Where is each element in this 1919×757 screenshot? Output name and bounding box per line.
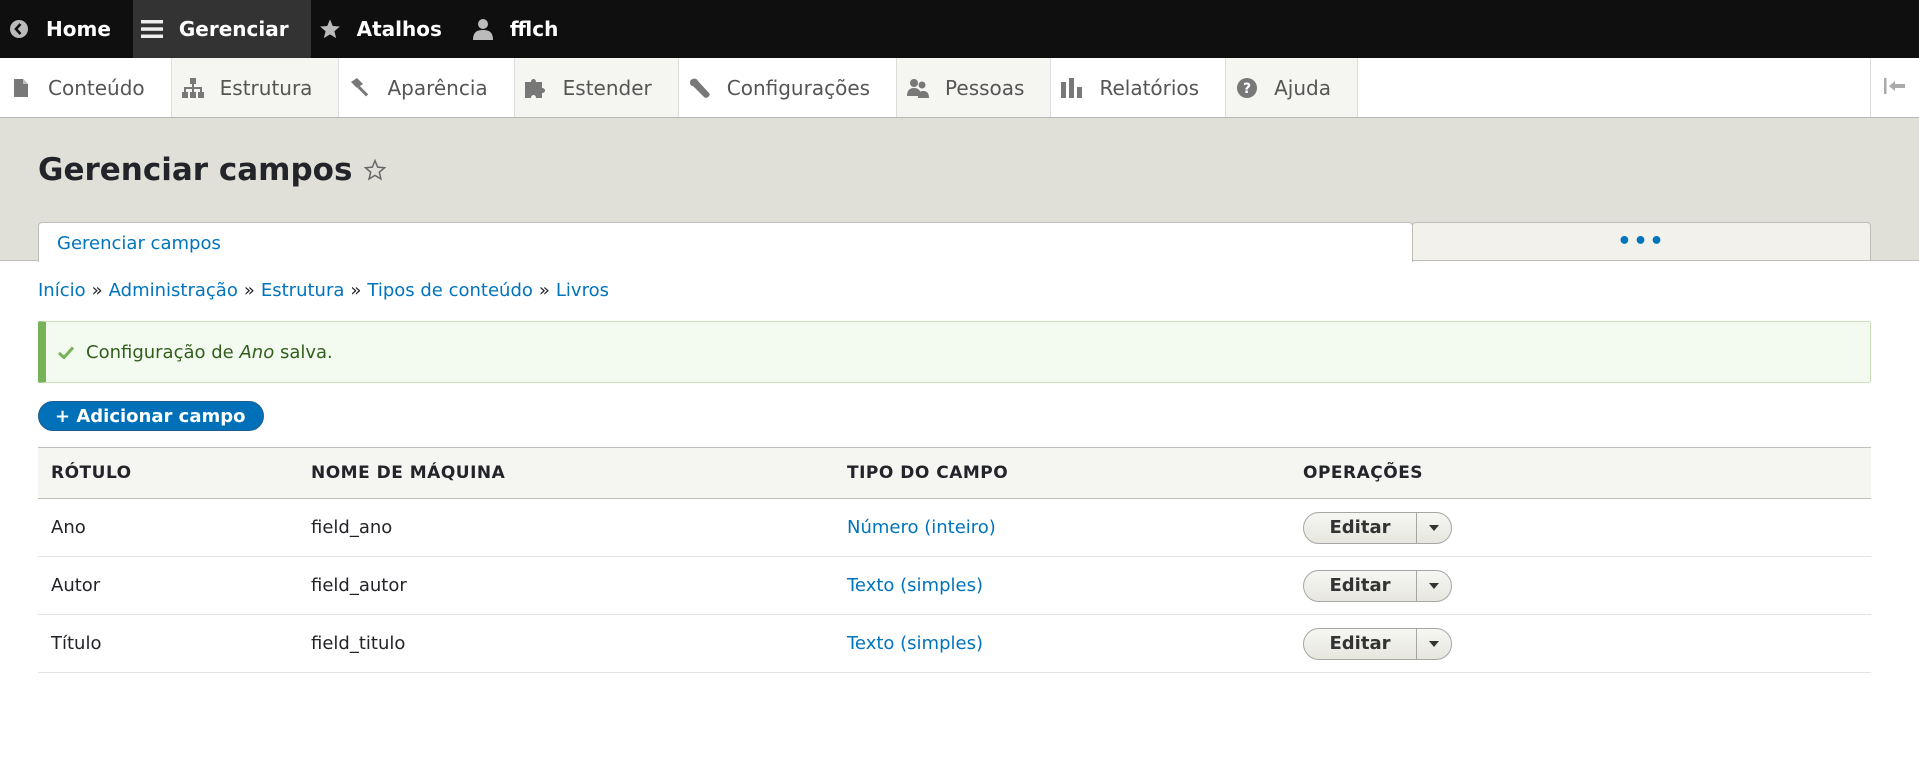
admin-menu-tray: Conteúdo Estrutura Aparência Estender Co…: [0, 58, 1919, 118]
column-header-label: RÓTULO: [38, 447, 298, 499]
dropbutton-toggle[interactable]: [1417, 571, 1451, 601]
back-arrow-circle-icon: [8, 18, 30, 40]
tray-item-configuration[interactable]: Configurações: [679, 58, 898, 117]
tray-item-structure-label: Estrutura: [219, 75, 313, 100]
toolbar-manage-label: Gerenciar: [178, 17, 289, 41]
collapse-tray-button[interactable]: [1870, 58, 1919, 117]
paint-brush-icon: [349, 77, 371, 99]
tab-manage-fields[interactable]: Gerenciar campos: [38, 222, 1413, 262]
toolbar-user-label: fflch: [509, 17, 559, 41]
tray-item-structure[interactable]: Estrutura: [171, 58, 340, 117]
page-title: Gerenciar campos: [38, 152, 387, 188]
table-row: Autor field_autor Texto (simples) Editar: [38, 556, 1871, 615]
tray-item-reports-label: Relatórios: [1099, 75, 1200, 100]
table-row: Ano field_ano Número (inteiro) Editar: [38, 498, 1871, 557]
tray-item-people-label: Pessoas: [945, 75, 1025, 100]
toolbar-user[interactable]: fflch: [464, 0, 580, 58]
edit-button[interactable]: Editar: [1304, 512, 1417, 543]
breadcrumb-books[interactable]: Livros: [556, 280, 609, 301]
tray-item-people[interactable]: Pessoas: [897, 58, 1052, 117]
field-machine-name: field_autor: [298, 556, 834, 615]
toolbar-shortcuts[interactable]: Atalhos: [311, 0, 464, 58]
page-header: Gerenciar campos Gerenciar campos •••: [0, 118, 1919, 262]
breadcrumb-content-types[interactable]: Tipos de conteúdo: [367, 280, 533, 301]
tray-item-content[interactable]: Conteúdo: [0, 58, 172, 117]
tray-item-content-label: Conteúdo: [48, 75, 145, 100]
breadcrumb-separator: »: [91, 280, 103, 301]
svg-text:?: ?: [1243, 81, 1251, 97]
table-header-row: RÓTULO NOME DE MÁQUINA TIPO DO CAMPO OPE…: [38, 447, 1871, 499]
wrench-icon: [689, 77, 711, 99]
breadcrumb-separator: »: [538, 280, 550, 301]
breadcrumb-administration[interactable]: Administração: [109, 280, 238, 301]
column-header-field-type: TIPO DO CAMPO: [834, 447, 1290, 499]
collapse-tray-icon: [1884, 77, 1906, 98]
breadcrumb-separator: »: [243, 280, 255, 301]
tray-item-appearance-label: Aparência: [387, 75, 488, 100]
breadcrumb-home[interactable]: Início: [38, 280, 86, 301]
people-icon: [907, 77, 930, 99]
status-message-prefix: Configuração de: [86, 341, 240, 363]
operations-dropbutton: Editar: [1303, 627, 1452, 660]
field-label: Ano: [38, 498, 298, 557]
caret-down-icon: [1429, 640, 1439, 647]
more-tabs-button[interactable]: •••: [1412, 222, 1871, 261]
caret-down-icon: [1429, 582, 1439, 589]
hamburger-menu-icon: [140, 18, 163, 40]
add-field-button[interactable]: + Adicionar campo: [38, 401, 265, 431]
user-icon: [472, 18, 494, 40]
tab-manage-fields-label: Gerenciar campos: [57, 233, 221, 254]
tray-item-appearance[interactable]: Aparência: [339, 58, 515, 117]
status-message-suffix: salva.: [274, 341, 333, 363]
status-message-text: Configuração de Ano salva.: [86, 342, 333, 363]
star-icon: [319, 18, 341, 40]
bar-chart-icon: [1061, 77, 1083, 99]
operations-dropbutton: Editar: [1303, 511, 1452, 544]
status-message: Configuração de Ano salva.: [38, 321, 1871, 383]
fields-table: RÓTULO NOME DE MÁQUINA TIPO DO CAMPO OPE…: [38, 447, 1871, 673]
more-tabs-ellipsis-icon: •••: [1617, 229, 1666, 254]
tray-item-reports[interactable]: Relatórios: [1051, 58, 1227, 117]
edit-button[interactable]: Editar: [1304, 570, 1417, 601]
status-message-field: Ano: [239, 341, 275, 363]
column-header-machine-name: NOME DE MÁQUINA: [298, 447, 834, 499]
admin-toolbar: Home Gerenciar Atalhos fflch: [0, 0, 1919, 58]
field-label: Título: [38, 614, 298, 673]
help-icon: ?: [1236, 77, 1258, 99]
breadcrumb-separator: »: [350, 280, 362, 301]
tray-item-extend[interactable]: Estender: [514, 58, 679, 117]
operations-dropbutton: Editar: [1303, 569, 1452, 602]
toolbar-home[interactable]: Home: [0, 0, 133, 58]
field-type-link[interactable]: Texto (simples): [847, 633, 983, 654]
tray-item-extend-label: Estender: [562, 75, 652, 100]
table-row: Título field_titulo Texto (simples) Edit…: [38, 614, 1871, 673]
edit-button[interactable]: Editar: [1304, 628, 1417, 659]
toolbar-shortcuts-label: Atalhos: [356, 17, 442, 41]
column-header-operations: OPERAÇÕES: [1290, 447, 1871, 499]
tray-item-configuration-label: Configurações: [726, 75, 871, 100]
field-machine-name: field_titulo: [298, 614, 834, 673]
breadcrumb: Início» Administração» Estrutura» Tipos de …: [38, 280, 609, 301]
tray-item-help[interactable]: ? Ajuda: [1226, 58, 1358, 117]
add-shortcut-star-icon[interactable]: [364, 159, 387, 181]
checkmark-icon: [58, 345, 74, 359]
field-type-link[interactable]: Texto (simples): [847, 575, 983, 596]
toolbar-manage[interactable]: Gerenciar: [132, 0, 311, 58]
field-label: Autor: [38, 556, 298, 615]
dropbutton-toggle[interactable]: [1417, 629, 1451, 659]
breadcrumb-structure[interactable]: Estrutura: [261, 280, 345, 301]
field-type-link[interactable]: Número (inteiro): [847, 517, 996, 538]
tray-item-help-label: Ajuda: [1274, 75, 1331, 100]
field-machine-name: field_ano: [298, 498, 834, 557]
page-title-text: Gerenciar campos: [38, 152, 353, 188]
dropbutton-toggle[interactable]: [1417, 513, 1451, 543]
toolbar-home-label: Home: [46, 17, 111, 41]
sitemap-icon: [181, 77, 204, 99]
puzzle-icon: [524, 77, 547, 99]
document-icon: [10, 77, 32, 99]
caret-down-icon: [1429, 524, 1439, 531]
